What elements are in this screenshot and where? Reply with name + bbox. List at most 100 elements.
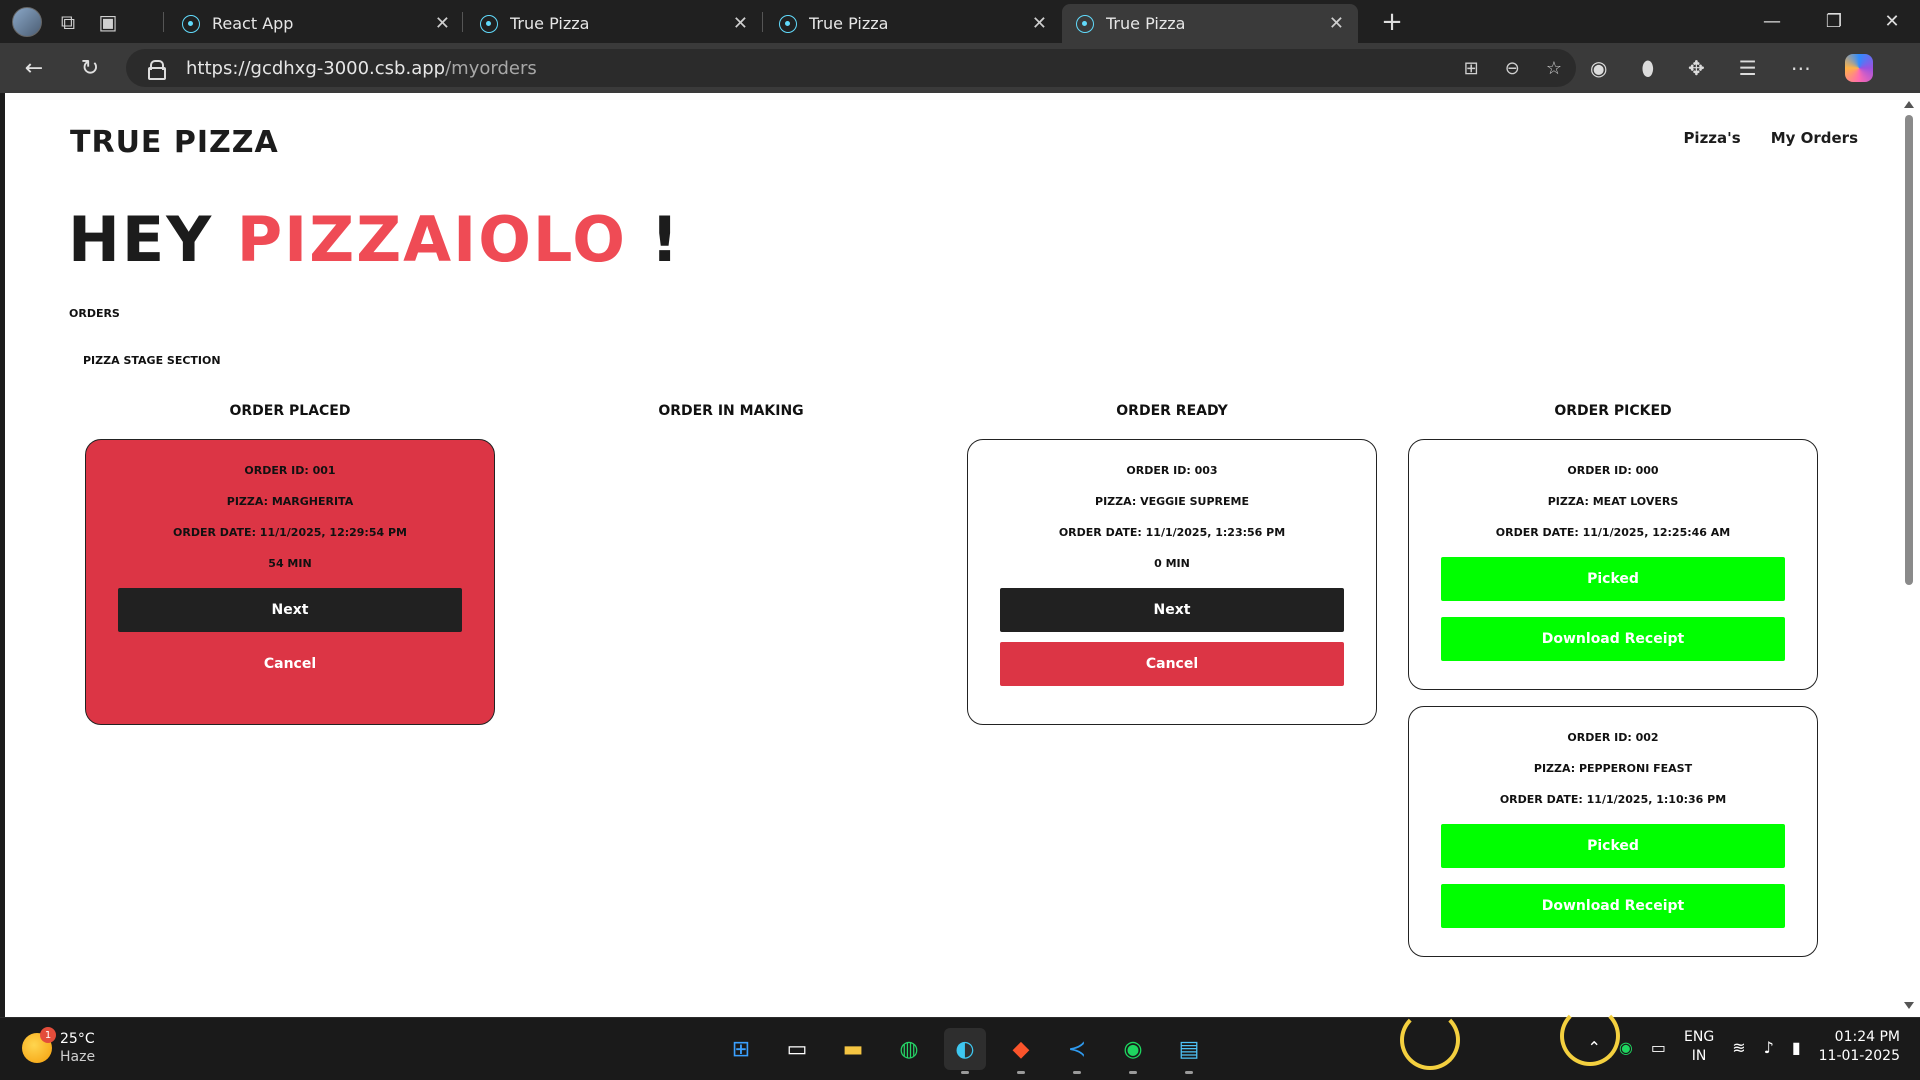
notepad-icon[interactable]: ▤ <box>1168 1028 1210 1074</box>
url-path: /myorders <box>445 57 537 79</box>
close-icon[interactable]: ✕ <box>1329 13 1344 34</box>
workspaces-icon[interactable]: ⧉ <box>48 0 88 43</box>
wifi-icon[interactable]: ≋ <box>1732 1038 1745 1057</box>
more-menu-icon[interactable]: ⋯ <box>1791 56 1811 80</box>
column-order-placed: ORDER PLACED ORDER ID: 001 PIZZA: MARGHE… <box>85 403 495 725</box>
column-title: ORDER PICKED <box>1554 403 1672 419</box>
new-tab-button[interactable]: + <box>1372 0 1412 43</box>
favorite-star-icon[interactable]: ☆ <box>1546 58 1562 79</box>
cancel-button[interactable]: Cancel <box>118 642 462 686</box>
picked-button[interactable]: Picked <box>1441 557 1785 601</box>
running-indicator <box>961 1071 969 1074</box>
nav-link-pizzas[interactable]: Pizza's <box>1683 129 1740 147</box>
top-nav: Pizza's My Orders <box>1683 129 1858 147</box>
minimize-icon[interactable]: — <box>1744 0 1800 43</box>
favorites-icon[interactable]: ☰ <box>1739 56 1757 80</box>
whatsapp-icon[interactable]: ◍ <box>888 1028 930 1070</box>
taskbar: 1 25°C Haze ⊞ ▭ ▬ ◍ ◐ ◆ ≺ ◉ ▤ ⌃ ◉ ▭ ENG … <box>0 1006 1920 1080</box>
orders-label: ORDERS <box>69 307 120 320</box>
column-order-ready: ORDER READY ORDER ID: 003 PIZZA: VEGGIE … <box>967 403 1377 725</box>
volume-icon[interactable]: ♪ <box>1764 1038 1774 1057</box>
order-card: ORDER ID: 001 PIZZA: MARGHERITA ORDER DA… <box>85 439 495 725</box>
task-view-icon[interactable]: ▭ <box>776 1028 818 1070</box>
region-code: IN <box>1691 1048 1707 1064</box>
picked-button[interactable]: Picked <box>1441 824 1785 868</box>
clock[interactable]: 01:24 PM 11-01-2025 <box>1819 1028 1900 1066</box>
clock-date: 11-01-2025 <box>1818 1048 1900 1064</box>
weather-sun-icon: 1 <box>22 1027 56 1063</box>
close-icon[interactable]: ✕ <box>435 13 450 34</box>
tab-true-pizza-2[interactable]: True Pizza ✕ <box>765 4 1061 43</box>
react-icon <box>1076 14 1094 33</box>
column-title: ORDER PLACED <box>229 403 351 419</box>
brave-icon[interactable]: ◆ <box>1000 1028 1042 1074</box>
restore-icon[interactable]: ❐ <box>1806 0 1862 43</box>
next-button[interactable]: Next <box>118 588 462 632</box>
order-pizza: PIZZA: PEPPERONI FEAST <box>1533 762 1693 775</box>
tab-true-pizza-active[interactable]: True Pizza ✕ <box>1062 4 1358 43</box>
reload-icon[interactable]: ↻ <box>70 49 110 87</box>
tab-label: True Pizza <box>1106 14 1186 33</box>
weather-condition: Haze <box>60 1049 96 1065</box>
download-receipt-button[interactable]: Download Receipt <box>1441 884 1785 928</box>
extension-avatar-icon[interactable]: ◉ <box>1590 56 1607 80</box>
order-date: ORDER DATE: 11/1/2025, 12:29:54 PM <box>173 526 407 539</box>
tab-separator <box>163 12 164 32</box>
running-indicator <box>1129 1071 1137 1074</box>
cancel-button[interactable]: Cancel <box>1000 642 1344 686</box>
back-icon[interactable]: ← <box>14 49 54 87</box>
tray-spotify-icon[interactable]: ◉ <box>1619 1038 1633 1057</box>
scroll-down-icon[interactable] <box>1904 1002 1914 1009</box>
start-icon[interactable]: ⊞ <box>720 1028 762 1070</box>
url-field[interactable]: https://gcdhxg-3000.csb.app/myorders ⊞ ⊖… <box>126 49 1576 87</box>
file-explorer-icon[interactable]: ▬ <box>832 1028 874 1070</box>
download-receipt-button[interactable]: Download Receipt <box>1441 617 1785 661</box>
brand-logo[interactable]: TRUE PIZZA <box>70 125 279 160</box>
edge-icon[interactable]: ◐ <box>944 1028 986 1074</box>
order-elapsed: 0 MIN <box>1154 557 1190 570</box>
copilot-icon[interactable] <box>1844 54 1873 82</box>
scroll-thumb[interactable] <box>1905 115 1913 585</box>
react-icon <box>182 14 200 33</box>
zoom-icon[interactable]: ⊖ <box>1505 58 1520 79</box>
close-icon[interactable]: ✕ <box>1032 13 1047 34</box>
weather-temp: 25°C <box>60 1031 95 1047</box>
close-icon[interactable]: ✕ <box>733 13 748 34</box>
extension-icon[interactable]: ⬮ <box>1641 56 1654 80</box>
system-tray: ⌃ ◉ ▭ ENG IN ≋ ♪ ▮ 01:24 PM 11-01-2025 <box>1588 1028 1900 1066</box>
vscode-icon[interactable]: ≺ <box>1056 1028 1098 1074</box>
tab-react-app[interactable]: React App ✕ <box>168 4 464 43</box>
extensions-puzzle-icon[interactable]: ✥ <box>1688 56 1705 80</box>
address-bar: ← ↻ https://gcdhxg-3000.csb.app/myorders… <box>0 43 1920 93</box>
language-indicator[interactable]: ENG IN <box>1684 1028 1714 1066</box>
split-screen-icon[interactable]: ⊞ <box>1464 58 1479 79</box>
language-code: ENG <box>1684 1029 1715 1045</box>
page-scrollbar[interactable] <box>1898 93 1920 1017</box>
order-pizza: PIZZA: MARGHERITA <box>226 495 354 508</box>
column-order-in-making: ORDER IN MAKING <box>526 403 936 423</box>
order-date: ORDER DATE: 11/1/2025, 1:10:36 PM <box>1499 793 1727 806</box>
order-date: ORDER DATE: 11/1/2025, 1:23:56 PM <box>1058 526 1286 539</box>
battery-icon[interactable]: ▮ <box>1792 1038 1801 1057</box>
tray-chevron-icon[interactable]: ⌃ <box>1588 1038 1601 1057</box>
hero-name: PIZZAIOLO <box>236 203 627 276</box>
tab-actions-icon[interactable]: ▣ <box>88 0 128 43</box>
notification-badge: 1 <box>40 1027 56 1043</box>
scroll-up-icon[interactable] <box>1904 101 1914 108</box>
tab-label: React App <box>212 14 294 33</box>
nav-link-my-orders[interactable]: My Orders <box>1771 129 1858 147</box>
spotify-icon[interactable]: ◉ <box>1112 1028 1154 1074</box>
weather-widget[interactable]: 1 25°C Haze <box>22 1027 96 1066</box>
clock-time: 01:24 PM <box>1834 1029 1900 1045</box>
close-window-icon[interactable]: ✕ <box>1864 0 1920 43</box>
profile-avatar[interactable] <box>12 6 42 37</box>
tray-display-icon[interactable]: ▭ <box>1651 1038 1666 1057</box>
order-card: ORDER ID: 002 PIZZA: PEPPERONI FEAST ORD… <box>1408 706 1818 957</box>
tab-true-pizza-1[interactable]: True Pizza ✕ <box>466 4 762 43</box>
next-button[interactable]: Next <box>1000 588 1344 632</box>
lock-icon[interactable] <box>148 60 166 80</box>
running-indicator <box>1185 1071 1193 1074</box>
tab-separator <box>462 12 463 32</box>
page-viewport: TRUE PIZZA Pizza's My Orders HEY PIZZAIO… <box>5 93 1898 1017</box>
pizza-stage-label: PIZZA STAGE SECTION <box>83 354 221 367</box>
